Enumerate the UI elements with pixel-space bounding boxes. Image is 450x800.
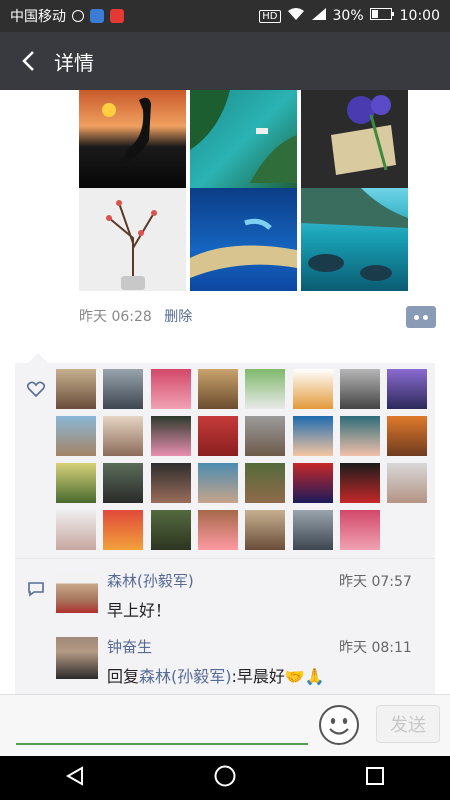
- smiley-icon[interactable]: [318, 704, 360, 746]
- liker-avatar[interactable]: [197, 463, 238, 503]
- comment-icon: [27, 581, 45, 601]
- moment-detail: 昨天 06:28 删除 森林(孙毅军) 昨天 07:57 早上好！ 钟奋生 昨天…: [0, 90, 450, 694]
- circle-home-icon[interactable]: [213, 764, 237, 792]
- liker-avatar[interactable]: [150, 416, 191, 456]
- liker-avatar[interactable]: [339, 463, 380, 503]
- reply-prefix: 回复: [107, 667, 140, 686]
- reply-text: :早晨好: [231, 667, 285, 686]
- heart-icon: [26, 381, 46, 401]
- liker-avatar[interactable]: [339, 510, 380, 550]
- sea-rocks-photo[interactable]: [301, 188, 408, 291]
- comment-input-bar: 发送: [0, 694, 450, 756]
- handshake-pray-emoji: 🤝🙏: [284, 667, 325, 686]
- likes-panel: [15, 363, 435, 558]
- liker-avatar[interactable]: [103, 369, 144, 409]
- comment-author[interactable]: 森林(孙毅军): [107, 570, 194, 591]
- liker-avatar[interactable]: [56, 463, 96, 503]
- liker-avatar[interactable]: [292, 510, 333, 550]
- liker-avatar[interactable]: [56, 510, 96, 550]
- liker-avatar[interactable]: [103, 416, 144, 456]
- liker-avatar[interactable]: [292, 463, 333, 503]
- liker-avatar[interactable]: [197, 510, 238, 550]
- send-button[interactable]: 发送: [376, 705, 440, 743]
- avatar[interactable]: [56, 571, 98, 613]
- liker-avatar[interactable]: [292, 416, 333, 456]
- reply-target[interactable]: 森林(孙毅军): [139, 667, 232, 686]
- comment-text: 早上好！: [107, 601, 172, 620]
- comment-reply: 回复森林(孙毅军):早晨好🤝🙏: [107, 663, 325, 687]
- liker-avatar[interactable]: [150, 369, 191, 409]
- dot-icon: [414, 314, 419, 320]
- post-meta: 昨天 06:28 删除: [79, 306, 192, 326]
- island-aerial-photo[interactable]: [190, 188, 297, 291]
- post-time: 昨天 06:28: [79, 309, 152, 325]
- wifi-icon: [287, 7, 305, 25]
- battery-percent: 30%: [332, 8, 364, 24]
- liker-avatar[interactable]: [150, 463, 191, 503]
- triangle-back-icon[interactable]: [64, 765, 86, 791]
- plum-blossom-photo[interactable]: [79, 188, 186, 291]
- video-notif-icon: [110, 9, 124, 23]
- hd-badge: HD: [259, 9, 281, 23]
- chevron-left-icon[interactable]: [16, 49, 40, 73]
- battery-icon: [369, 8, 394, 24]
- comment-author[interactable]: 钟奋生: [107, 636, 152, 657]
- lavender-bouquet-photo[interactable]: [301, 90, 408, 193]
- delete-link[interactable]: 删除: [164, 309, 192, 325]
- liker-avatar[interactable]: [339, 416, 380, 456]
- liker-avatar[interactable]: [245, 510, 286, 550]
- liker-avatar[interactable]: [103, 510, 144, 550]
- wechat-notif-icon: [72, 10, 84, 22]
- liker-avatar[interactable]: [339, 369, 380, 409]
- liker-avatar[interactable]: [387, 463, 428, 503]
- liker-avatar[interactable]: [245, 416, 286, 456]
- title-bar: 详情: [0, 32, 450, 90]
- liker-avatar[interactable]: [292, 369, 333, 409]
- liker-avatar[interactable]: [56, 369, 96, 409]
- coast-aerial-photo[interactable]: [190, 90, 297, 193]
- status-bar: 中国移动 HD 30% 10:00: [0, 0, 450, 32]
- page-title: 详情: [54, 50, 94, 75]
- comment-input[interactable]: [16, 701, 308, 743]
- app-notif-icon: [90, 9, 104, 23]
- signal-icon: [311, 7, 327, 25]
- carrier-label: 中国移动: [10, 9, 66, 25]
- liker-avatar[interactable]: [245, 369, 286, 409]
- comment-time: 昨天 08:11: [339, 640, 412, 656]
- comment-time: 昨天 07:57: [339, 574, 412, 590]
- liker-avatar[interactable]: [103, 463, 144, 503]
- liker-avatar[interactable]: [245, 463, 286, 503]
- comment-action-button[interactable]: [406, 306, 436, 328]
- system-nav-bar: [0, 756, 450, 800]
- liker-avatar[interactable]: [197, 416, 238, 456]
- clock: 10:00: [399, 8, 440, 24]
- dot-icon: [423, 314, 428, 320]
- comments-panel: 森林(孙毅军) 昨天 07:57 早上好！ 钟奋生 昨天 08:11 回复森林(…: [15, 558, 435, 694]
- liker-avatar[interactable]: [197, 369, 238, 409]
- avatar[interactable]: [56, 637, 98, 679]
- liker-avatar[interactable]: [387, 416, 428, 456]
- likes-arrow: [28, 353, 48, 363]
- square-recents-icon[interactable]: [364, 765, 386, 791]
- liker-avatar[interactable]: [387, 369, 428, 409]
- sunset-crane-photo[interactable]: [79, 90, 186, 193]
- liker-avatar[interactable]: [150, 510, 191, 550]
- input-underline: [16, 743, 308, 745]
- liker-avatar[interactable]: [56, 416, 96, 456]
